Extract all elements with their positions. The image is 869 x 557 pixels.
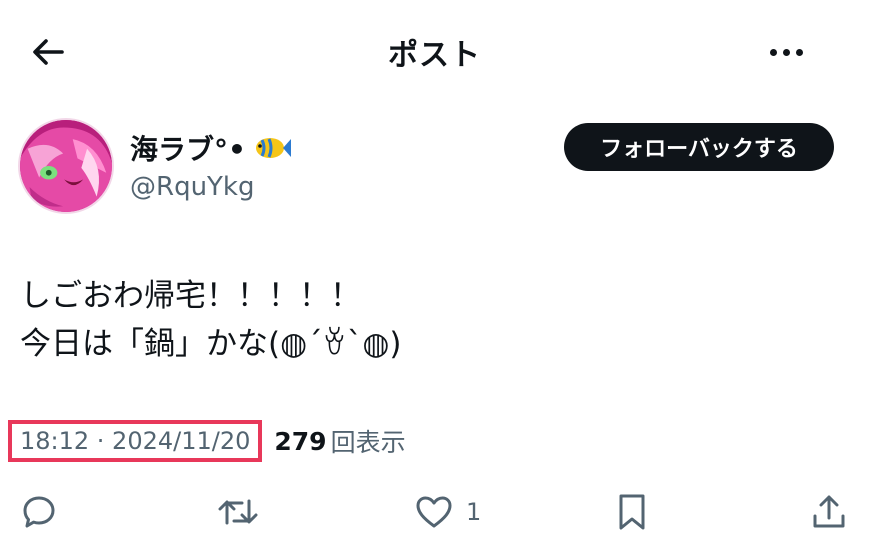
tweet-line-2: 今日は「鍋」かな(◍´ꈊ`◍) [20, 326, 402, 362]
bookmark-icon [619, 494, 645, 530]
repost-button[interactable] [216, 492, 260, 532]
avatar[interactable] [18, 118, 114, 214]
like-button[interactable]: 1 [414, 492, 481, 532]
page-title: ポスト [388, 38, 481, 73]
like-icon [416, 496, 452, 528]
share-icon [813, 495, 845, 528]
reply-button[interactable] [20, 492, 58, 532]
display-name-text: 海ラブ°• [130, 133, 246, 166]
tweet-text: しごおわ帰宅！！！！！ 今日は「鍋」かな(◍´ꈊ`◍) [20, 272, 402, 368]
fish-icon [255, 138, 291, 158]
share-button[interactable] [810, 492, 848, 532]
display-name[interactable]: 海ラブ°• [130, 128, 292, 168]
author-handle[interactable]: @RquYkg [130, 172, 255, 202]
timestamp[interactable]: 18:12 · 2024/11/20 [8, 420, 263, 462]
tweet-meta: 18:12 · 2024/11/20 279 回表示 [8, 420, 406, 462]
more-button[interactable] [761, 34, 811, 70]
follow-back-button[interactable]: フォローバックする [564, 123, 834, 171]
tweet-line-1: しごおわ帰宅！！！！！ [20, 278, 361, 314]
views-label: 回表示 [330, 428, 406, 457]
more-icon [767, 48, 806, 56]
repost-icon [218, 499, 258, 525]
views-count[interactable]: 279 [274, 427, 326, 456]
like-count: 1 [466, 498, 482, 526]
post-page: ポスト 海ラブ°• @RquYkg フォローバックする しごおわ帰宅！！！！！ … [0, 0, 869, 557]
bookmark-button[interactable] [614, 492, 650, 532]
reply-icon [23, 496, 55, 528]
